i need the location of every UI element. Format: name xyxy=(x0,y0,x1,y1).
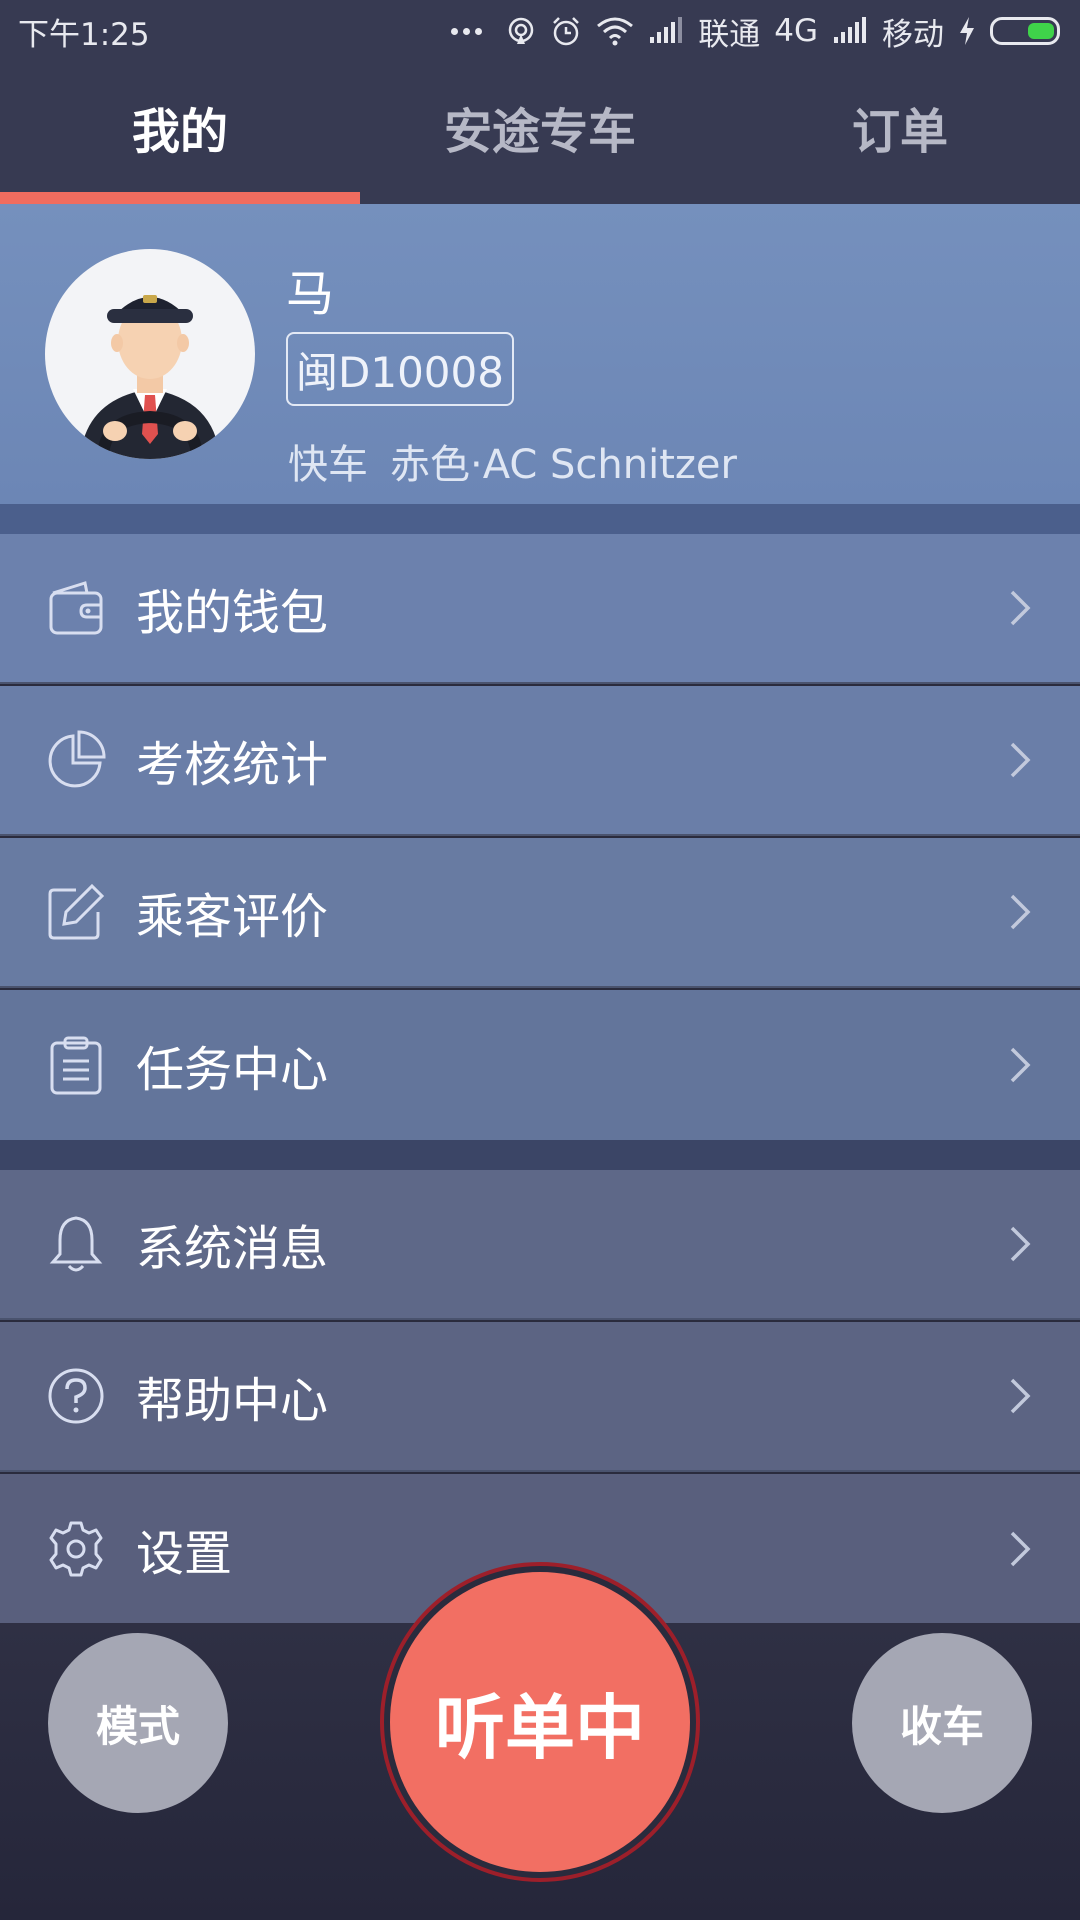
driver-avatar-icon xyxy=(80,295,220,459)
menu-label: 考核统计 xyxy=(136,737,329,793)
section-divider xyxy=(0,1140,1080,1170)
chevron-right-icon xyxy=(1000,588,1040,628)
tab-mine[interactable]: 我的 xyxy=(0,62,360,204)
bell-icon xyxy=(46,1214,106,1274)
menu-item-statistics[interactable]: 考核统计 xyxy=(0,686,1080,836)
menu-label: 我的钱包 xyxy=(136,585,329,641)
menu-item-task-center[interactable]: 任务中心 xyxy=(0,990,1080,1140)
more-dots-icon xyxy=(451,27,483,35)
status-time: 下午1:25 xyxy=(18,16,150,53)
help-icon xyxy=(46,1366,106,1426)
battery-icon xyxy=(990,17,1060,45)
menu-label: 系统消息 xyxy=(136,1221,329,1277)
menu-item-help-center[interactable]: 帮助中心 xyxy=(0,1322,1080,1472)
chevron-right-icon xyxy=(1000,1529,1040,1569)
carrier-1: 联通 xyxy=(698,16,761,53)
status-icons: 联通 4G 移动 xyxy=(451,9,1060,54)
chevron-right-icon xyxy=(1000,740,1040,780)
wallet-icon xyxy=(46,578,106,638)
top-tabs: 我的 安途专车 订单 xyxy=(0,62,1080,204)
listening-orders-button[interactable]: 听单中 xyxy=(390,1572,690,1872)
section-divider xyxy=(0,504,1080,534)
car-type: 快车 xyxy=(288,442,368,488)
mode-button[interactable]: 模式 xyxy=(48,1633,228,1813)
alarm-icon xyxy=(553,17,580,46)
chevron-right-icon xyxy=(1000,892,1040,932)
signal-icon xyxy=(650,17,683,43)
chevron-right-icon xyxy=(1000,1045,1040,1085)
signal-icon-2 xyxy=(834,17,866,43)
wifi-icon xyxy=(597,17,634,46)
chevron-right-icon xyxy=(1000,1376,1040,1416)
status-bar: 下午1:25 联通 4G 移动 xyxy=(0,0,1080,62)
carrier-2: 移动 xyxy=(882,16,944,53)
chevron-right-icon xyxy=(1000,1224,1040,1264)
pie-chart-icon xyxy=(46,730,106,790)
clipboard-icon xyxy=(46,1035,106,1095)
tab-orders[interactable]: 订单 xyxy=(720,62,1080,204)
driver-name: 马 xyxy=(286,266,335,322)
charging-icon xyxy=(960,17,974,45)
menu-item-wallet[interactable]: 我的钱包 xyxy=(0,534,1080,684)
menu-label: 设置 xyxy=(136,1525,233,1582)
menu-label: 帮助中心 xyxy=(136,1373,329,1429)
menu-label: 任务中心 xyxy=(136,1042,329,1098)
driver-profile[interactable]: 马 闽D10008 快车 赤色·AC Schnitzer xyxy=(0,204,1080,504)
car-info: 快车 赤色·AC Schnitzer xyxy=(288,432,737,490)
gear-icon xyxy=(46,1519,106,1579)
edit-icon xyxy=(46,882,106,942)
menu-label: 乘客评价 xyxy=(136,889,329,945)
hotspot-icon xyxy=(509,17,534,44)
tab-antu-car[interactable]: 安途专车 xyxy=(360,62,720,204)
car-description: 赤色·AC Schnitzer xyxy=(390,442,737,488)
menu-item-passenger-reviews[interactable]: 乘客评价 xyxy=(0,838,1080,988)
avatar[interactable] xyxy=(45,249,255,459)
menu-item-system-messages[interactable]: 系统消息 xyxy=(0,1170,1080,1320)
license-plate: 闽D10008 xyxy=(286,332,514,406)
end-shift-button[interactable]: 收车 xyxy=(852,1633,1032,1813)
network-type: 4G xyxy=(774,13,818,49)
